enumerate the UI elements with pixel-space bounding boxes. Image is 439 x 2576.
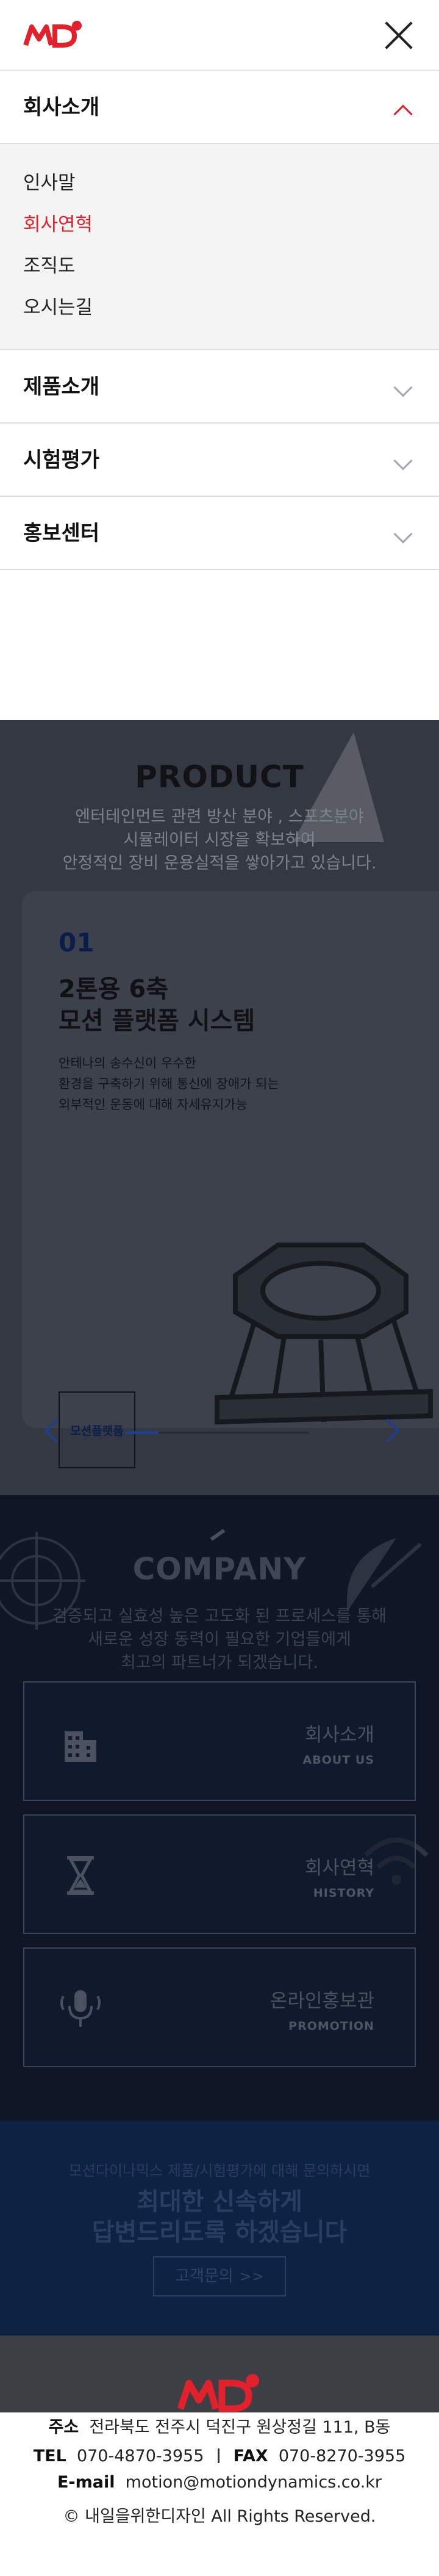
motion-platform-tag-button[interactable]: 모션플랫폼 <box>59 1391 135 1468</box>
contact-title-line: 최대한 신속하게 <box>137 2188 302 2216</box>
microphone-icon <box>60 1990 101 2027</box>
company-desc-line: 검증되고 실효성 높은 고도화 된 프로세스를 통해 <box>52 1607 387 1626</box>
submenu-item-organization[interactable]: 조직도 <box>23 250 76 278</box>
double-arrow-icon: >> <box>239 2268 264 2285</box>
fax-label: FAX <box>233 2447 268 2466</box>
top-bar <box>0 0 439 71</box>
menu-item-label: 제품소개 <box>23 375 100 399</box>
contact-title-line: 답변드리도록 하겠습니다 <box>91 2218 348 2246</box>
product-name: 2톤용 6축 모션 플랫폼 시스템 <box>59 973 255 1037</box>
company-desc-line: 최고의 파트너가 되겠습니다. <box>121 1653 318 1672</box>
menu-item-testing[interactable]: 시험평가 <box>0 424 439 497</box>
box-sublabel: HISTORY <box>313 1886 374 1900</box>
menu-item-label: 회사소개 <box>23 95 100 120</box>
slider-track <box>126 1431 309 1434</box>
box-label: 온라인홍보관 <box>269 1990 374 2012</box>
product-desc-line: 안정적인 장비 운용실적을 쌓아가고 있습니다. <box>62 854 377 873</box>
footer-email: E-mail motion@motiondynamics.co.kr <box>0 2473 439 2492</box>
menu-item-pr-center[interactable]: 홍보센터 <box>0 497 439 570</box>
menu-item-products[interactable]: 제품소개 <box>0 350 439 424</box>
company-section: COMPANY 검증되고 실효성 높은 고도화 된 프로세스를 통해 새로운 성… <box>0 1495 439 2121</box>
chevron-down-icon <box>393 524 413 544</box>
footer-logo[interactable] <box>177 2371 262 2417</box>
submenu-item-directions[interactable]: 오시는길 <box>23 292 93 319</box>
contact-subtitle: 모션다이나믹스 제품/시험평가에 대해 문의하시면 <box>68 2162 371 2179</box>
box-label: 회사연혁 <box>304 1857 374 1879</box>
footer-phone: TEL 070-4870-3955 FAX 070-8270-3955 <box>0 2447 439 2466</box>
box-sublabel: ABOUT US <box>302 1753 374 1767</box>
box-label: 회사소개 <box>304 1724 374 1746</box>
footer-address: 주소 전라북도 전주시 덕진구 원상정길 111, B동 <box>0 2414 439 2437</box>
chevron-up-icon <box>393 104 413 124</box>
product-card[interactable]: 01 2톤용 6축 모션 플랫폼 시스템 안테나의 송수신이 우수한 환경을 구… <box>22 891 439 1468</box>
submenu-item-greeting[interactable]: 인사말 <box>23 167 76 195</box>
product-text-line: 외부적인 운동에 대해 자세유지가능 <box>59 1097 248 1112</box>
button-label: 고객문의 <box>175 2267 234 2286</box>
fax-value: 070-8270-3955 <box>278 2447 406 2466</box>
product-description: 엔터테인먼트 관련 방산 분야 , 스포츠분야 시뮬레이터 시장을 확보하여 안… <box>37 806 402 875</box>
hourglass-icon <box>67 1856 94 1895</box>
contact-title: 최대한 신속하게 답변드리도록 하겠습니다 <box>0 2187 439 2248</box>
address-label: 주소 <box>48 2418 79 2437</box>
footer-copyright: © 내일을위한디자인 All Rights Reserved. <box>63 2507 376 2526</box>
tel-label: TEL <box>33 2447 66 2466</box>
product-text: 안테나의 송수신이 우수한 환경을 구축하기 위해 통신에 장애가 되는 외부적… <box>59 1053 315 1115</box>
chevron-down-icon <box>393 451 413 471</box>
tel-value: 070-4870-3955 <box>76 2447 204 2466</box>
customer-inquiry-button[interactable]: 고객문의 >> <box>153 2256 286 2296</box>
md-logo[interactable] <box>23 18 84 52</box>
product-desc-line: 엔터테인먼트 관련 방산 분야 , 스포츠분야 <box>75 807 364 826</box>
submenu-item-history[interactable]: 회사연혁 <box>23 209 93 236</box>
building-icon <box>65 1731 96 1762</box>
contact-section: 모션다이나믹스 제품/시험평가에 대해 문의하시면 최대한 신속하게 답변드리도… <box>0 2121 439 2336</box>
product-title: PRODUCT <box>135 759 304 795</box>
title-accent <box>210 1529 226 1541</box>
product-section: PRODUCT 엔터테인먼트 관련 방산 분야 , 스포츠분야 시뮬레이터 시장… <box>0 720 439 1495</box>
menu-item-label: 시험평가 <box>23 448 100 472</box>
email-value[interactable]: motion@motiondynamics.co.kr <box>126 2473 382 2492</box>
slider-progress <box>126 1431 159 1434</box>
product-desc-line: 시뮬레이터 시장을 확보하여 <box>123 831 316 850</box>
footer: 주소 전라북도 전주시 덕진구 원상정길 111, B동 TEL 070-487… <box>0 2336 439 2576</box>
product-name-line: 모션 플랫폼 시스템 <box>59 1007 255 1035</box>
box-sublabel: PROMOTION <box>288 2019 374 2033</box>
company-description: 검증되고 실효성 높은 고도화 된 프로세스를 통해 새로운 성장 동력이 필요… <box>24 1605 415 1675</box>
close-icon[interactable] <box>382 18 416 52</box>
about-us-button[interactable]: 회사소개 ABOUT US <box>23 1681 416 1801</box>
tag-label: 모션플랫폼 <box>70 1424 124 1438</box>
product-text-line: 환경을 구축하기 위해 통신에 장애가 되는 <box>59 1077 279 1091</box>
chevron-down-icon <box>393 378 413 397</box>
history-button[interactable]: 회사연혁 HISTORY <box>23 1814 416 1934</box>
submenu: 인사말 회사연혁 조직도 오시는길 <box>0 144 439 350</box>
menu-item-company[interactable]: 회사소개 <box>0 71 439 144</box>
company-title: COMPANY <box>132 1551 307 1587</box>
email-label: E-mail <box>57 2473 115 2492</box>
product-text-line: 안테나의 송수신이 우수한 <box>59 1056 196 1070</box>
company-desc-line: 새로운 성장 동력이 필요한 기업들에게 <box>88 1630 351 1649</box>
product-number: 01 <box>59 928 95 958</box>
motion-platform-image <box>215 1243 433 1425</box>
address-value: 전라북도 전주시 덕진구 원상정길 111, B동 <box>89 2418 391 2437</box>
divider <box>218 2448 220 2463</box>
product-name-line: 2톤용 6축 <box>59 975 168 1003</box>
promotion-button[interactable]: 온라인홍보관 PROMOTION <box>23 1947 416 2067</box>
menu-item-label: 홍보센터 <box>23 521 100 546</box>
